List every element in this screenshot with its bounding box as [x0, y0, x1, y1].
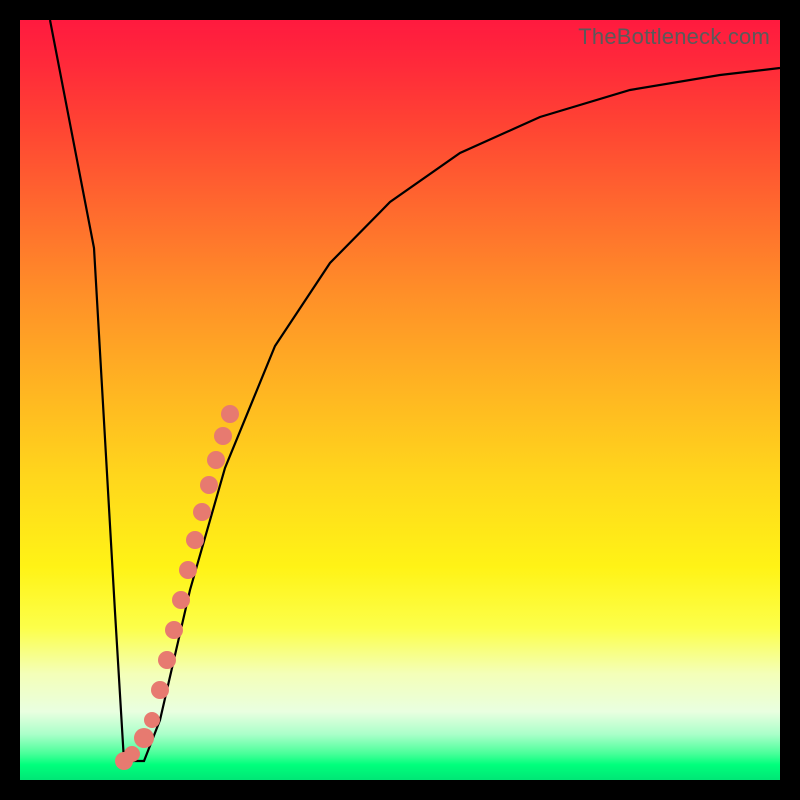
chart-frame: TheBottleneck.com	[0, 0, 800, 800]
bottleneck-curve-path	[50, 20, 780, 761]
curve-layer	[20, 20, 780, 780]
plot-area: TheBottleneck.com	[20, 20, 780, 780]
marker-group	[115, 405, 239, 770]
